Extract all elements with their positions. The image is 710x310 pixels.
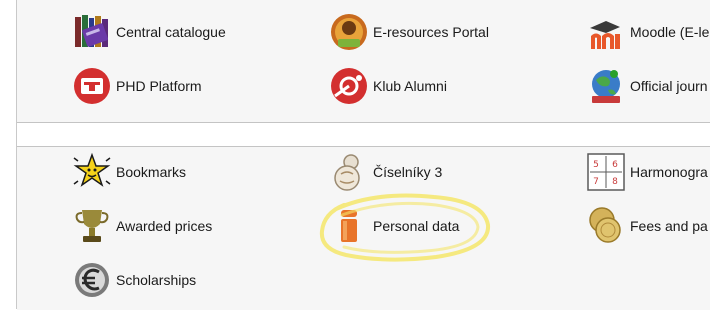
link-label: Harmonogra [630, 164, 708, 180]
star-icon [72, 152, 112, 192]
link-awarded-prices[interactable]: Awarded prices [72, 206, 212, 246]
calendar-icon: 5 6 7 8 [586, 152, 626, 192]
globe-journal-icon [586, 66, 626, 106]
alumni-logo-icon [329, 66, 369, 106]
link-klub-alumni[interactable]: Klub Alumni [329, 66, 447, 106]
calendar-digit: 6 [612, 160, 618, 170]
link-label: PHD Platform [116, 78, 202, 94]
link-label: Fees and pa [630, 218, 708, 234]
trophy-icon [72, 206, 112, 246]
link-label: Scholarships [116, 272, 197, 288]
calendar-digit: 5 [593, 160, 599, 170]
link-ciselniky-3[interactable]: Číselníky 3 [329, 152, 442, 192]
badge-3-icon [329, 152, 369, 192]
link-bookmarks[interactable]: Bookmarks [72, 152, 186, 192]
link-label: Klub Alumni [373, 78, 447, 94]
link-label: Moodle (E-le [630, 24, 710, 40]
link-label: Bookmarks [116, 164, 187, 180]
link-label: Central catalogue [116, 24, 226, 40]
link-official-journal[interactable]: Official journ [586, 66, 708, 106]
link-central-catalogue[interactable]: Central catalogue [72, 12, 226, 52]
link-scholarships[interactable]: Scholarships [72, 260, 196, 300]
calendar-digit: 8 [612, 177, 618, 187]
link-moodle[interactable]: Moodle (E-le [586, 12, 709, 52]
link-label: E-resources Portal [373, 24, 489, 40]
moodle-logo-icon [586, 12, 626, 52]
link-label: Awarded prices [116, 218, 213, 234]
link-label: Personal data [373, 218, 460, 234]
books-icon [72, 12, 112, 52]
person-icon [329, 206, 369, 246]
calendar-digit: 7 [593, 177, 599, 187]
coins-icon [586, 206, 626, 246]
link-label: Číselníky 3 [373, 164, 443, 180]
link-personal-data[interactable]: Personal data [329, 206, 459, 246]
phd-platform-logo-icon [72, 66, 112, 106]
link-e-resources-portal[interactable]: E-resources Portal [329, 12, 489, 52]
link-phd-platform[interactable]: PHD Platform [72, 66, 202, 106]
e-resources-badge-icon [329, 12, 369, 52]
link-label: Official journ [630, 78, 708, 94]
link-fees-and-payments[interactable]: Fees and pa [586, 206, 708, 246]
link-harmonogram[interactable]: 5 6 7 8 Harmonogra [586, 152, 708, 192]
euro-coin-icon [72, 260, 112, 300]
